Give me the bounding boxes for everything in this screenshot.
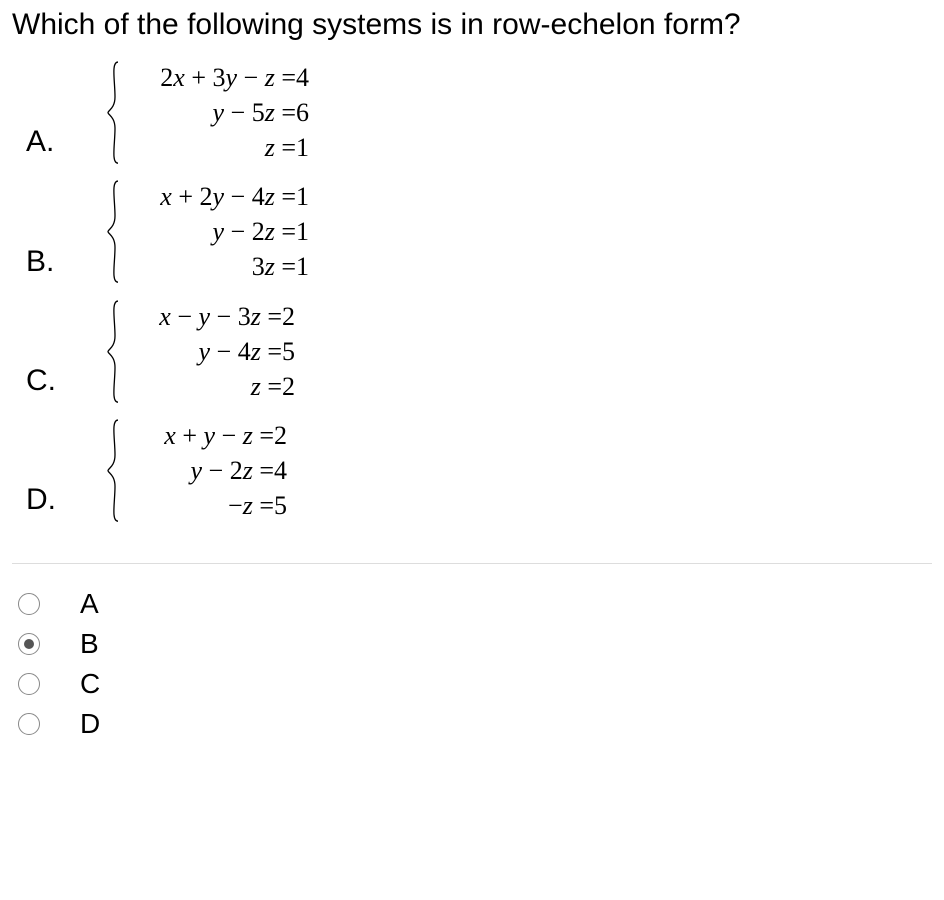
divider [12, 563, 932, 564]
left-brace-icon [106, 60, 120, 165]
equation-lhs: z = [124, 130, 296, 165]
equation-lhs: z = [124, 369, 282, 404]
question-text: Which of the following systems is in row… [12, 8, 932, 42]
equation-system: x + 2y − 4z = 1y − 2z = 13z = 1 [106, 179, 309, 284]
equation: 2x + 3y − z = 4 [124, 60, 309, 95]
option-row: C. x − y − 3z = 2y − 4z = 5z = 2 [26, 299, 932, 404]
equation-lhs: y − 4z = [124, 334, 282, 369]
equation-lhs: 2x + 3y − z = [124, 60, 296, 95]
radio-button[interactable] [18, 633, 40, 655]
equation: z = 2 [124, 369, 295, 404]
option-letter: B. [26, 245, 106, 285]
equation: x + y − z = 2 [124, 418, 287, 453]
option-row: B. x + 2y − 4z = 1y − 2z = 13z = 1 [26, 179, 932, 284]
equation: x − y − 3z = 2 [124, 299, 295, 334]
answer-label: C [80, 668, 100, 700]
equation-rhs: 5 [274, 488, 287, 523]
answer-label: B [80, 628, 99, 660]
option-row: A. 2x + 3y − z = 4y − 5z = 6z = 1 [26, 60, 932, 165]
equation: y − 4z = 5 [124, 334, 295, 369]
answer-row[interactable]: A [18, 588, 932, 620]
equation: y − 2z = 4 [124, 453, 287, 488]
answer-row[interactable]: D [18, 708, 932, 740]
equation-lhs: x + y − z = [124, 418, 274, 453]
radio-button[interactable] [18, 713, 40, 735]
answer-row[interactable]: C [18, 668, 932, 700]
equation-rhs: 2 [282, 299, 295, 334]
equation: y − 5z = 6 [124, 95, 309, 130]
equation-rhs: 1 [296, 179, 309, 214]
equation: 3z = 1 [124, 249, 309, 284]
equation-rhs: 4 [296, 60, 309, 95]
equation-rhs: 1 [296, 214, 309, 249]
equation: y − 2z = 1 [124, 214, 309, 249]
left-brace-icon [106, 179, 120, 284]
option-letter: C. [26, 364, 106, 404]
equation-system: 2x + 3y − z = 4y − 5z = 6z = 1 [106, 60, 309, 165]
option-letter: A. [26, 125, 106, 165]
equation-lhs: y − 2z = [124, 214, 296, 249]
options-block: A. 2x + 3y − z = 4y − 5z = 6z = 1B. x + … [12, 60, 932, 523]
equations: x + 2y − 4z = 1y − 2z = 13z = 1 [124, 179, 309, 284]
equation-lhs: y − 5z = [124, 95, 296, 130]
equation: x + 2y − 4z = 1 [124, 179, 309, 214]
equation-rhs: 6 [296, 95, 309, 130]
left-brace-icon [106, 418, 120, 523]
option-row: D. x + y − z = 2y − 2z = 4−z = 5 [26, 418, 932, 523]
equation-rhs: 5 [282, 334, 295, 369]
equations: x + y − z = 2y − 2z = 4−z = 5 [124, 418, 287, 523]
radio-button[interactable] [18, 593, 40, 615]
equation-lhs: x + 2y − 4z = [124, 179, 296, 214]
equations: 2x + 3y − z = 4y − 5z = 6z = 1 [124, 60, 309, 165]
equation-system: x + y − z = 2y − 2z = 4−z = 5 [106, 418, 287, 523]
equation-system: x − y − 3z = 2y − 4z = 5z = 2 [106, 299, 295, 404]
answer-label: A [80, 588, 99, 620]
equation-lhs: y − 2z = [124, 453, 274, 488]
equation-lhs: −z = [124, 488, 274, 523]
equation-rhs: 2 [282, 369, 295, 404]
radio-button[interactable] [18, 673, 40, 695]
equation-rhs: 1 [296, 249, 309, 284]
option-letter: D. [26, 483, 106, 523]
answer-label: D [80, 708, 100, 740]
equation-rhs: 1 [296, 130, 309, 165]
equation-lhs: x − y − 3z = [124, 299, 282, 334]
equation: −z = 5 [124, 488, 287, 523]
equation: z = 1 [124, 130, 309, 165]
equation-lhs: 3z = [124, 249, 296, 284]
answer-choices: ABCD [12, 588, 932, 740]
equation-rhs: 4 [274, 453, 287, 488]
answer-row[interactable]: B [18, 628, 932, 660]
equation-rhs: 2 [274, 418, 287, 453]
equations: x − y − 3z = 2y − 4z = 5z = 2 [124, 299, 295, 404]
left-brace-icon [106, 299, 120, 404]
